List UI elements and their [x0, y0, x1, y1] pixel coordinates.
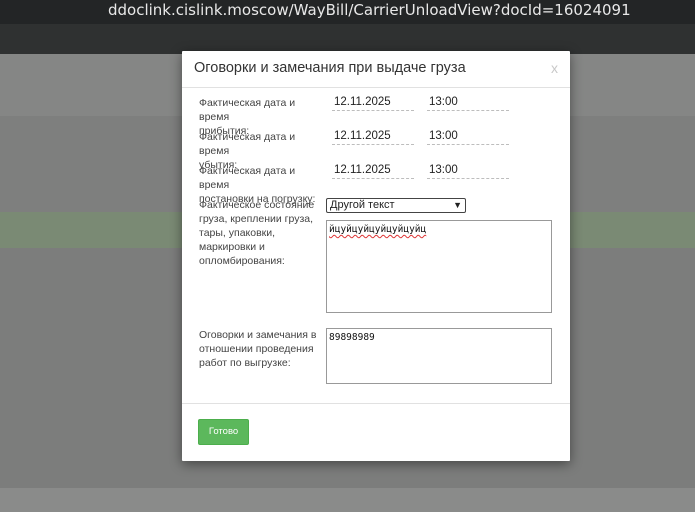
- dialog-title: Оговорки и замечания при выдаче груза: [194, 60, 466, 76]
- departure-date-field[interactable]: 12.11.2025: [332, 130, 414, 145]
- condition-label: Фактическое состояние груза, креплении г…: [199, 198, 319, 268]
- remarks-text: 89898989: [329, 332, 375, 343]
- loading-time-field[interactable]: 13:00: [427, 164, 509, 179]
- dialog-header: Оговорки и замечания при выдаче груза x: [182, 51, 570, 88]
- chevron-down-icon: ▼: [453, 200, 462, 210]
- loading-date-field[interactable]: 12.11.2025: [332, 164, 414, 179]
- top-navigation-bar: [0, 24, 695, 54]
- condition-label-line: тары, упаковки,: [199, 227, 276, 239]
- done-button[interactable]: Готово: [198, 419, 249, 445]
- url-text[interactable]: ddoclink.cislink.moscow/WayBill/CarrierU…: [108, 1, 631, 19]
- browser-address-bar[interactable]: ddoclink.cislink.moscow/WayBill/CarrierU…: [0, 0, 695, 24]
- condition-label-line: маркировки и: [199, 241, 265, 253]
- cargo-remarks-dialog: Оговорки и замечания при выдаче груза x …: [182, 51, 570, 461]
- dialog-footer-divider: [182, 403, 570, 404]
- departure-label-line1: Фактическая дата и время: [199, 131, 296, 157]
- condition-select-value: Другой текст: [330, 199, 395, 211]
- remarks-label-line: Оговорки и замечания в: [199, 329, 317, 341]
- departure-time-field[interactable]: 13:00: [427, 130, 509, 145]
- remarks-textarea[interactable]: 89898989: [326, 328, 552, 384]
- arrival-time-field[interactable]: 13:00: [427, 96, 509, 111]
- condition-text: йцуйцуйцуйцуйцуйц: [329, 224, 427, 235]
- condition-label-line: опломбирования:: [199, 255, 285, 267]
- page-background: [0, 488, 695, 512]
- remarks-label: Оговорки и замечания в отношении проведе…: [199, 328, 319, 370]
- condition-select[interactable]: Другой текст ▼: [326, 198, 466, 213]
- remarks-label-line: работ по выгрузке:: [199, 357, 291, 369]
- arrival-date-field[interactable]: 12.11.2025: [332, 96, 414, 111]
- arrival-label-line1: Фактическая дата и время: [199, 97, 296, 123]
- remarks-label-line: отношении проведения: [199, 343, 314, 355]
- condition-label-line: груза, креплении груза,: [199, 213, 314, 225]
- condition-textarea[interactable]: йцуйцуйцуйцуйцуйц: [326, 220, 552, 313]
- condition-label-line: Фактическое состояние: [199, 199, 315, 211]
- loading-label-line1: Фактическая дата и время: [199, 165, 296, 191]
- close-button[interactable]: x: [551, 60, 558, 76]
